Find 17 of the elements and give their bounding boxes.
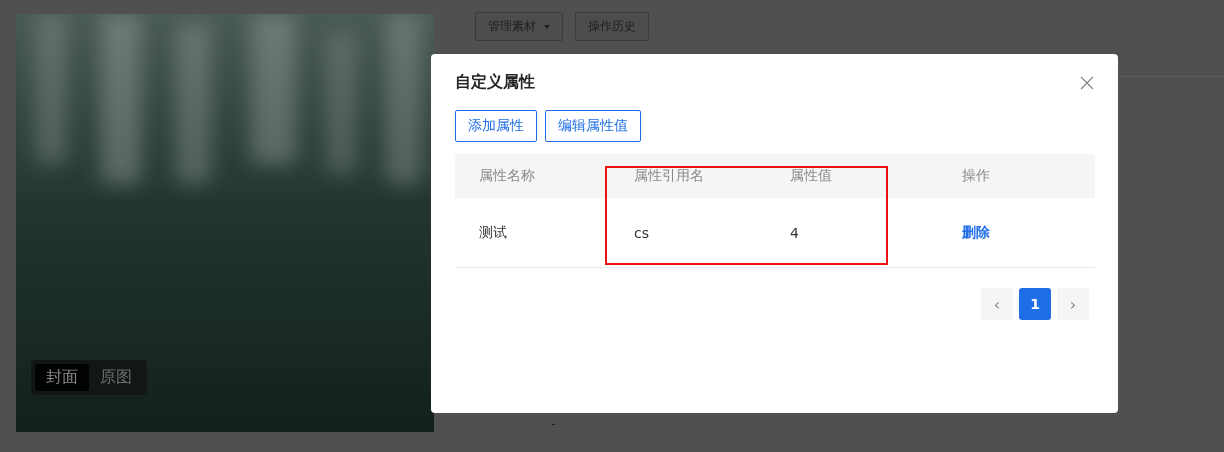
action-button[interactable]: 添加属性: [455, 110, 537, 142]
column-header: 操作: [961, 167, 991, 185]
action-button[interactable]: 编辑属性值: [545, 110, 641, 142]
column-header: 属性引用名: [633, 167, 705, 185]
table-cell-text: cs: [633, 224, 650, 241]
column-header: 属性值: [789, 167, 833, 185]
field-value: -: [551, 416, 556, 431]
delete-link[interactable]: 删除: [962, 223, 990, 240]
view-tab[interactable]: 封面: [35, 364, 89, 391]
close-icon[interactable]: [1080, 75, 1094, 90]
page-button[interactable]: 1: [1019, 288, 1051, 320]
caret-icon: [544, 24, 550, 29]
view-tab[interactable]: 原图: [89, 364, 143, 391]
table-cell-text: 4: [789, 224, 800, 241]
dialog-title: 自定义属性: [455, 72, 535, 93]
column-header: 属性名称: [478, 167, 536, 185]
table-cell-text: 测试: [478, 223, 508, 242]
